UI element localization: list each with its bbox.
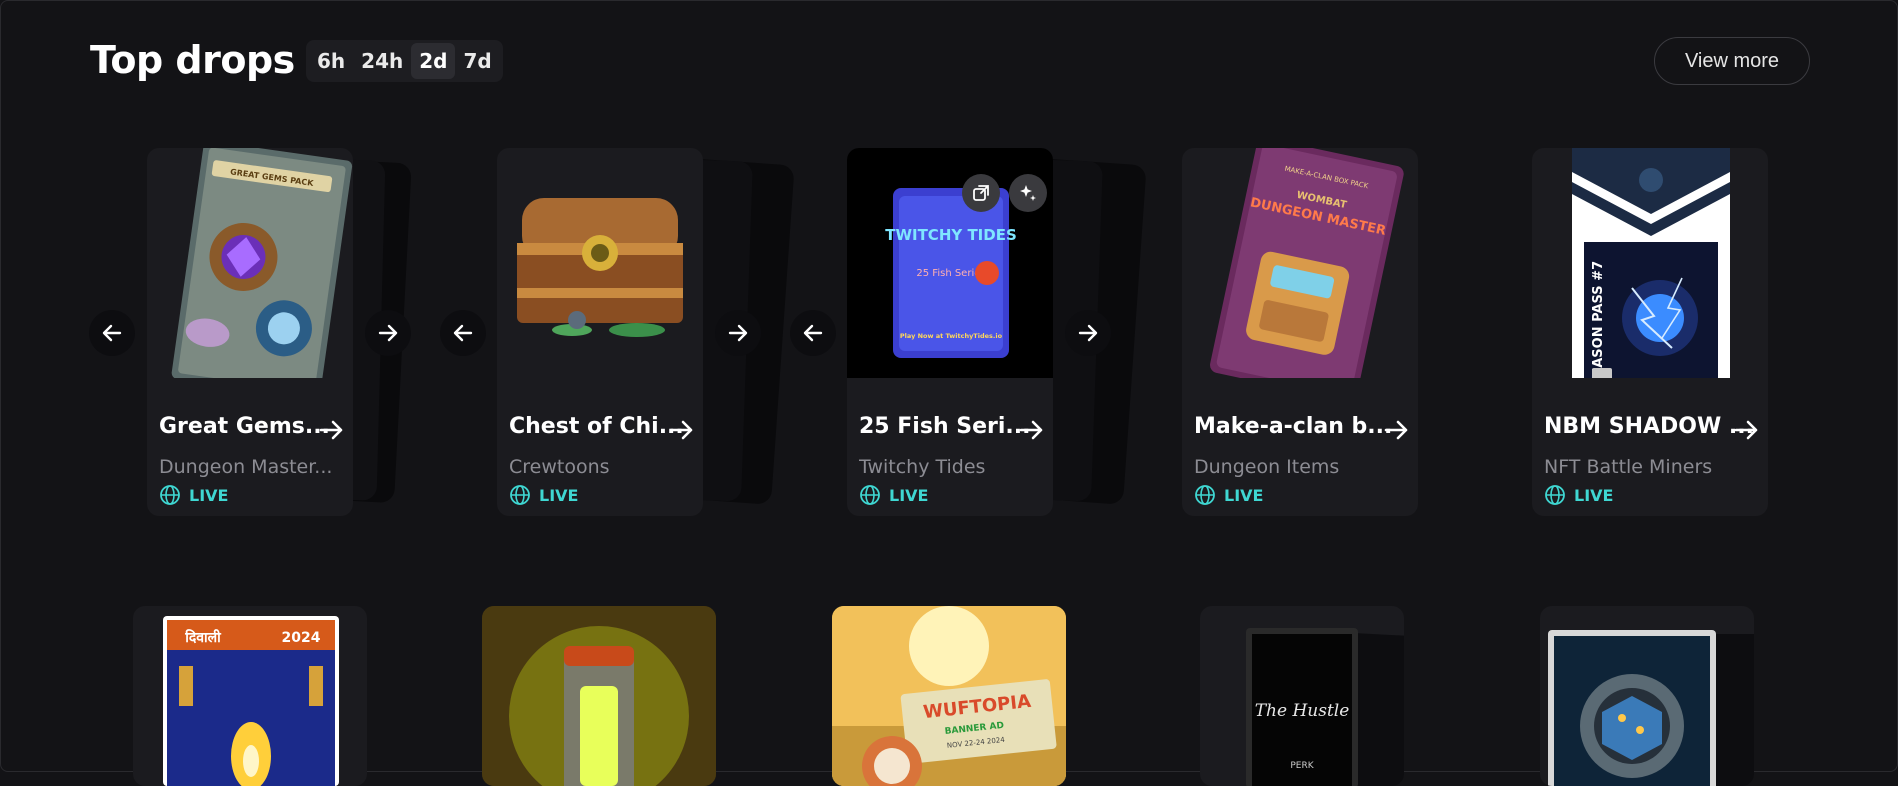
card-title: Chest of Chi...: [509, 414, 684, 439]
card-image: GREAT GEMS PACK: [147, 148, 353, 378]
live-label: LIVE: [889, 485, 929, 505]
range-7d-button[interactable]: 7d: [455, 43, 499, 79]
card-image: दिवाली 2024: [163, 616, 339, 786]
card-image: SEASON PASS #7: [1532, 148, 1768, 378]
globe-icon: [510, 485, 530, 505]
card-image: TWITCHY TIDES 25 Fish Series Play Now at…: [847, 148, 1053, 378]
live-status: LIVE: [509, 484, 578, 506]
card-body: TWITCHY TIDES 25 Fish Series Play Now at…: [847, 148, 1053, 516]
range-24h-button[interactable]: 24h: [353, 43, 411, 79]
globe-icon: [160, 485, 180, 505]
carousel-prev-button[interactable]: [89, 310, 135, 356]
card-body: Chest of Chi... Crewtoons LIVE: [497, 148, 703, 516]
view-more-button[interactable]: View more: [1654, 37, 1810, 85]
card-body: MAKE-A-CLAN BOX PACK WOMBAT DUNGEON MAST…: [1182, 148, 1418, 516]
diwali-art-text: दिवाली: [184, 629, 222, 646]
arrow-right-icon: [378, 324, 398, 342]
drop-card[interactable]: Chest of Chi... Crewtoons LIVE: [497, 148, 795, 516]
drop-card[interactable]: SEASON PASS #7 NBM SHADOW ... NFT Battle…: [1532, 148, 1768, 516]
carousel-next-button[interactable]: [365, 310, 411, 356]
diwali-art-year: 2024: [282, 630, 321, 646]
carousel-next-button[interactable]: [715, 310, 761, 356]
card-image: [1548, 630, 1716, 786]
card-title: NBM SHADOW ...: [1544, 414, 1754, 439]
card-collection: Dungeon Master...: [159, 456, 333, 478]
card-image: MAKE-A-CLAN BOX PACK WOMBAT DUNGEON MAST…: [1182, 148, 1418, 378]
drop-card[interactable]: TWITCHY TIDES 25 Fish Series Play Now at…: [847, 148, 1147, 516]
arrow-right-icon: [1078, 324, 1098, 342]
season-pass-art-text: SEASON PASS #7: [1591, 261, 1606, 378]
drop-card-partial[interactable]: दिवाली 2024: [133, 606, 367, 786]
twitchy-art-play: Play Now at TwitchyTides.io: [900, 332, 1003, 340]
section-title: Top drops: [90, 38, 295, 82]
live-label: LIVE: [1224, 485, 1264, 505]
arrow-right-icon[interactable]: [1382, 416, 1410, 444]
card-body: GREAT GEMS PACK Great Gems... Dungeon Ma…: [147, 148, 353, 516]
arrow-right-icon[interactable]: [1732, 416, 1760, 444]
sparkle-button[interactable]: [1009, 174, 1047, 212]
card-collection: NFT Battle Miners: [1544, 456, 1713, 478]
carousel-prev-button[interactable]: [440, 310, 486, 356]
card-image: [497, 148, 703, 378]
card-collection: Crewtoons: [509, 456, 610, 478]
range-6h-button[interactable]: 6h: [309, 43, 353, 79]
live-status: LIVE: [1544, 484, 1613, 506]
arrow-left-icon: [803, 324, 823, 342]
open-external-button[interactable]: [962, 174, 1000, 212]
arrow-left-icon: [102, 324, 122, 342]
carousel-next-button[interactable]: [1065, 310, 1111, 356]
card-collection: Twitchy Tides: [859, 456, 986, 478]
open-external-icon: [973, 185, 989, 201]
hustle-art-text: The Hustle: [1255, 701, 1350, 721]
live-status: LIVE: [159, 484, 228, 506]
card-collection: Dungeon Items: [1194, 456, 1340, 478]
card-title: Make-a-clan b...: [1194, 414, 1393, 439]
range-2d-button[interactable]: 2d: [411, 43, 456, 79]
card-image: WUFTOPIA BANNER AD NOV 22-24 2024: [832, 606, 1066, 786]
globe-icon: [860, 485, 880, 505]
live-label: LIVE: [189, 485, 229, 505]
live-status: LIVE: [859, 484, 928, 506]
arrow-right-icon[interactable]: [317, 416, 345, 444]
arrow-left-icon: [453, 324, 473, 342]
drop-card-partial[interactable]: The Hustle PERK: [1200, 606, 1404, 786]
carousel-prev-button[interactable]: [790, 310, 836, 356]
card-title: 25 Fish Seri...: [859, 414, 1031, 439]
card-image: [482, 606, 716, 786]
arrow-right-icon: [728, 324, 748, 342]
live-label: LIVE: [1574, 485, 1614, 505]
arrow-right-icon[interactable]: [667, 416, 695, 444]
time-range-selector: 6h 24h 2d 7d: [306, 40, 503, 82]
drop-card-partial[interactable]: WUFTOPIA BANNER AD NOV 22-24 2024: [832, 606, 1066, 786]
hustle-art-perk: PERK: [1290, 761, 1314, 771]
globe-icon: [1195, 485, 1215, 505]
drop-card[interactable]: GREAT GEMS PACK Great Gems... Dungeon Ma…: [147, 148, 412, 516]
card-image: The Hustle PERK: [1246, 628, 1358, 786]
live-status: LIVE: [1194, 484, 1263, 506]
arrow-right-icon[interactable]: [1017, 416, 1045, 444]
card-body: SEASON PASS #7 NBM SHADOW ... NFT Battle…: [1532, 148, 1768, 516]
card-title: Great Gems...: [159, 414, 330, 439]
globe-icon: [1545, 485, 1565, 505]
live-label: LIVE: [539, 485, 579, 505]
drop-card[interactable]: MAKE-A-CLAN BOX PACK WOMBAT DUNGEON MAST…: [1182, 148, 1418, 516]
twitchy-art-title: TWITCHY TIDES: [885, 226, 1017, 244]
drop-card-partial[interactable]: [482, 606, 716, 786]
drop-card-partial[interactable]: [1540, 606, 1754, 786]
sparkle-icon: [1020, 185, 1036, 201]
